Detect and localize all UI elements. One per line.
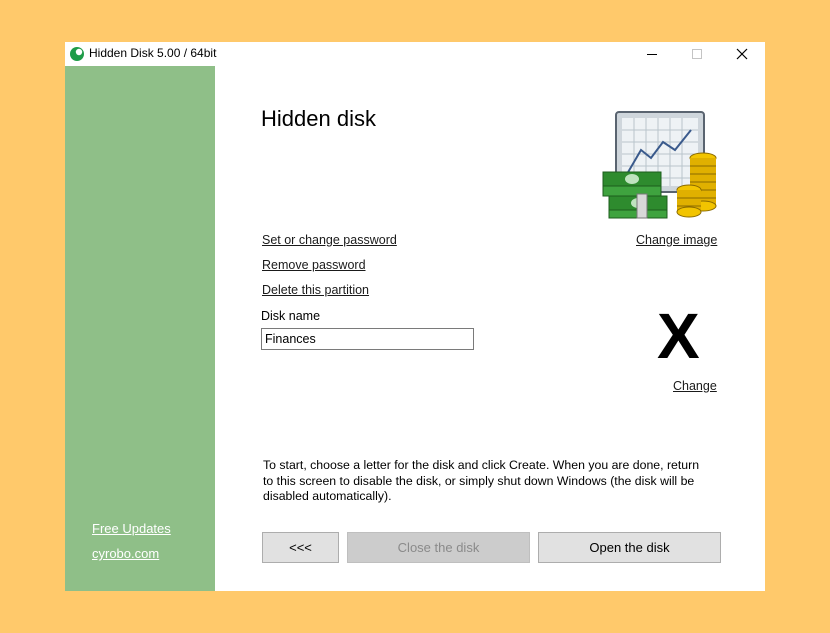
- disk-name-label: Disk name: [261, 309, 321, 323]
- app-icon: [70, 47, 84, 61]
- app-window: Hidden Disk 5.00 / 64bit Free Updates cy…: [65, 42, 765, 591]
- disk-name-field[interactable]: [261, 328, 474, 350]
- close-icon: [736, 48, 748, 60]
- close-disk-button[interactable]: Close the disk: [347, 532, 530, 563]
- change-image-link[interactable]: Change image: [636, 233, 717, 247]
- minimize-icon: [647, 54, 657, 55]
- maximize-button[interactable]: [674, 42, 720, 66]
- window-title: Hidden Disk 5.00 / 64bit: [89, 46, 217, 60]
- delete-partition-link[interactable]: Delete this partition: [262, 283, 369, 297]
- close-button[interactable]: [719, 42, 765, 66]
- website-link[interactable]: cyrobo.com: [92, 546, 159, 561]
- maximize-icon: [692, 49, 702, 59]
- chart-money-illustration: [602, 111, 717, 219]
- back-button[interactable]: <<<: [262, 532, 339, 563]
- instructions-text: To start, choose a letter for the disk a…: [263, 458, 700, 503]
- sidebar: Free Updates cyrobo.com: [65, 66, 215, 591]
- drive-letter: X: [657, 300, 700, 372]
- change-letter-link[interactable]: Change: [673, 379, 717, 393]
- remove-password-link[interactable]: Remove password: [262, 258, 366, 272]
- set-password-link[interactable]: Set or change password: [262, 233, 397, 247]
- page-title: Hidden disk: [261, 106, 376, 131]
- minimize-button[interactable]: [629, 42, 675, 66]
- open-disk-button[interactable]: Open the disk: [538, 532, 721, 563]
- free-updates-link[interactable]: Free Updates: [92, 521, 171, 536]
- title-bar: Hidden Disk 5.00 / 64bit: [65, 42, 765, 66]
